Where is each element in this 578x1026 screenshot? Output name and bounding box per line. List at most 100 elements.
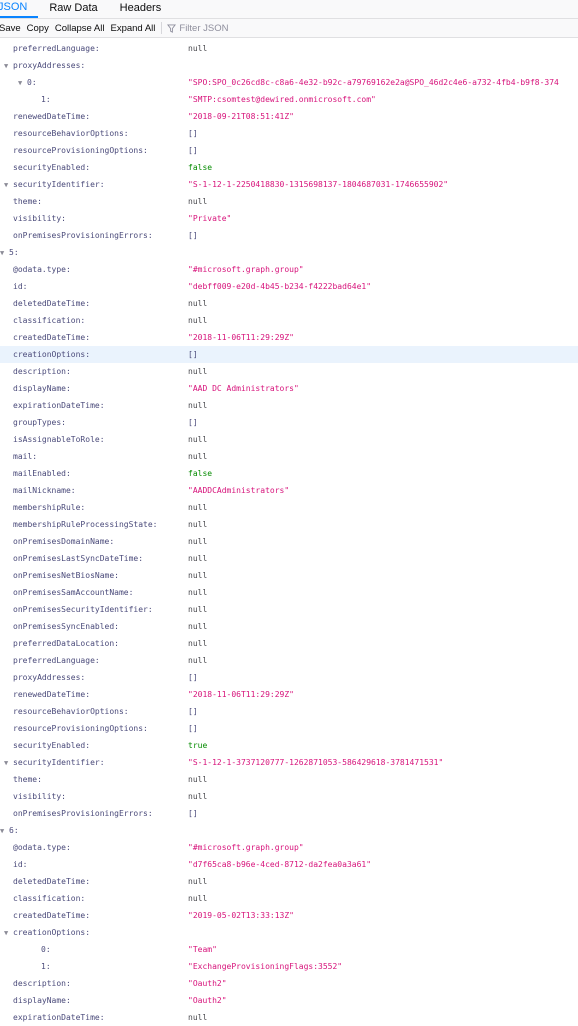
json-row[interactable]: id: "d7f65ca8-b96e-4ced-8712-da2fea0a3a61… (0, 856, 578, 873)
json-row[interactable]: onPremisesSecurityIdentifier: null (0, 601, 578, 618)
json-key-label: mail: (13, 452, 38, 461)
json-row[interactable]: @odata.type: "#microsoft.graph.group" (0, 839, 578, 856)
json-row[interactable]: onPremisesSyncEnabled: null (0, 618, 578, 635)
json-row[interactable]: displayName: "Oauth2" (0, 992, 578, 1009)
json-row[interactable]: onPremisesNetBiosName: null (0, 567, 578, 584)
json-row[interactable]: mailNickname: "AADDCAdministrators" (0, 482, 578, 499)
json-row[interactable]: ▼ creationOptions: (0, 924, 578, 941)
json-key-label: securityEnabled: (13, 741, 91, 750)
json-value: null (188, 894, 208, 903)
tab-raw-data[interactable]: Raw Data (38, 0, 108, 18)
json-row[interactable]: groupTypes: [] (0, 414, 578, 431)
expand-toggle-icon[interactable]: ▼ (4, 177, 13, 194)
json-row[interactable]: expirationDateTime: null (0, 1009, 578, 1026)
json-row[interactable]: classification: null (0, 312, 578, 329)
json-row[interactable]: ▼ 6: (0, 822, 578, 839)
json-key: groupTypes: (0, 414, 66, 431)
json-row[interactable]: ▼ proxyAddresses: (0, 57, 578, 74)
expand-toggle-icon[interactable]: ▼ (18, 75, 27, 92)
json-value: "d7f65ca8-b96e-4ced-8712-da2fea0a3a61" (188, 860, 372, 869)
json-row[interactable]: onPremisesProvisioningErrors: [] (0, 805, 578, 822)
json-row[interactable]: ▼ securityIdentifier: "S-1-12-1-2250418830… (0, 176, 578, 193)
json-row[interactable]: onPremisesDomainName: null (0, 533, 578, 550)
json-value: "2018-11-06T11:29:29Z" (188, 690, 294, 699)
json-row[interactable]: theme: null (0, 771, 578, 788)
json-value: null (188, 44, 208, 53)
json-row[interactable]: membershipRule: null (0, 499, 578, 516)
json-row[interactable]: resourceProvisioningOptions: [] (0, 720, 578, 737)
json-row[interactable]: preferredDataLocation: null (0, 635, 578, 652)
json-row[interactable]: mailEnabled: false (0, 465, 578, 482)
json-row[interactable]: onPremisesSamAccountName: null (0, 584, 578, 601)
json-key: visibility: (0, 788, 66, 805)
json-row[interactable]: creationOptions: [] (0, 346, 578, 363)
json-value: null (188, 537, 208, 546)
expand-toggle-icon[interactable]: ▼ (0, 823, 9, 840)
json-row[interactable]: resourceBehaviorOptions: [] (0, 125, 578, 142)
json-key: displayName: (0, 380, 71, 397)
json-key: deletedDateTime: (0, 873, 90, 890)
json-value: "AAD DC Administrators" (188, 384, 299, 393)
json-row[interactable]: expirationDateTime: null (0, 397, 578, 414)
json-row[interactable]: @odata.type: "#microsoft.graph.group" (0, 261, 578, 278)
json-row[interactable]: description: null (0, 363, 578, 380)
json-row[interactable]: classification: null (0, 890, 578, 907)
json-row[interactable]: theme: null (0, 193, 578, 210)
tab-headers[interactable]: Headers (109, 0, 173, 18)
tab-json[interactable]: JSON (0, 0, 39, 18)
json-row[interactable]: ▼ 5: (0, 244, 578, 261)
json-row[interactable]: createdDateTime: "2018-11-06T11:29:29Z" (0, 329, 578, 346)
json-key-label: mailNickname: (13, 486, 76, 495)
json-row[interactable]: proxyAddresses: [] (0, 669, 578, 686)
json-row[interactable]: deletedDateTime: null (0, 295, 578, 312)
json-row[interactable]: visibility: null (0, 788, 578, 805)
json-row[interactable]: displayName: "AAD DC Administrators" (0, 380, 578, 397)
json-row[interactable]: 1: "SMTP:csomtest@dewired.onmicrosoft.com… (0, 91, 578, 108)
json-key: displayName: (0, 992, 71, 1009)
json-value: [] (188, 707, 198, 716)
json-row[interactable]: id: "debff009-e20d-4b45-b234-f4222bad64e1… (0, 278, 578, 295)
json-key: mailEnabled: (0, 465, 71, 482)
json-value: [] (188, 418, 198, 427)
json-value: null (188, 316, 208, 325)
expand-toggle-icon[interactable]: ▼ (0, 245, 9, 262)
json-value: null (188, 775, 208, 784)
json-row[interactable]: deletedDateTime: null (0, 873, 578, 890)
expand-all-button[interactable]: Expand All (107, 23, 158, 34)
json-row[interactable]: preferredLanguage: null (0, 652, 578, 669)
copy-button[interactable]: Copy (24, 23, 52, 34)
json-row[interactable]: 0: "Team" (0, 941, 578, 958)
json-row[interactable]: description: "Oauth2" (0, 975, 578, 992)
json-row[interactable]: membershipRuleProcessingState: null (0, 516, 578, 533)
json-key-label: classification: (13, 316, 86, 325)
json-row[interactable]: securityEnabled: true (0, 737, 578, 754)
expand-toggle-icon[interactable]: ▼ (4, 755, 13, 772)
json-row[interactable]: isAssignableToRole: null (0, 431, 578, 448)
json-key-label: securityEnabled: (13, 163, 91, 172)
json-row[interactable]: resourceProvisioningOptions: [] (0, 142, 578, 159)
json-row[interactable]: renewedDateTime: "2018-09-21T08:51:41Z" (0, 108, 578, 125)
json-row[interactable]: securityEnabled: false (0, 159, 578, 176)
json-row[interactable]: createdDateTime: "2019-05-02T13:33:13Z" (0, 907, 578, 924)
json-key-label: 1: (41, 95, 51, 104)
json-row[interactable]: onPremisesLastSyncDateTime: null (0, 550, 578, 567)
json-row[interactable]: 1: "ExchangeProvisioningFlags:3552" (0, 958, 578, 975)
json-row[interactable]: ▼ 0: "SPO:SPO_0c26cd8c-c8a6-4e32-b92c-a797… (0, 74, 578, 91)
json-row[interactable]: onPremisesProvisioningErrors: [] (0, 227, 578, 244)
json-key-label: isAssignableToRole: (13, 435, 105, 444)
json-key-label: onPremisesSecurityIdentifier: (13, 605, 153, 614)
json-key-label: membershipRule: (13, 503, 86, 512)
expand-toggle-icon[interactable]: ▼ (4, 58, 13, 75)
json-key-label: preferredDataLocation: (13, 639, 119, 648)
save-button[interactable]: Save (0, 23, 24, 34)
filter-json-input[interactable]: Filter JSON (165, 23, 228, 34)
expand-toggle-icon[interactable]: ▼ (4, 925, 13, 942)
json-row[interactable]: resourceBehaviorOptions: [] (0, 703, 578, 720)
collapse-all-button[interactable]: Collapse All (52, 23, 108, 34)
json-row[interactable]: ▼ securityIdentifier: "S-1-12-1-3737120777… (0, 754, 578, 771)
json-row[interactable]: preferredLanguage: null (0, 40, 578, 57)
json-row[interactable]: renewedDateTime: "2018-11-06T11:29:29Z" (0, 686, 578, 703)
json-row[interactable]: mail: null (0, 448, 578, 465)
json-value: "Private" (188, 214, 232, 223)
json-row[interactable]: visibility: "Private" (0, 210, 578, 227)
